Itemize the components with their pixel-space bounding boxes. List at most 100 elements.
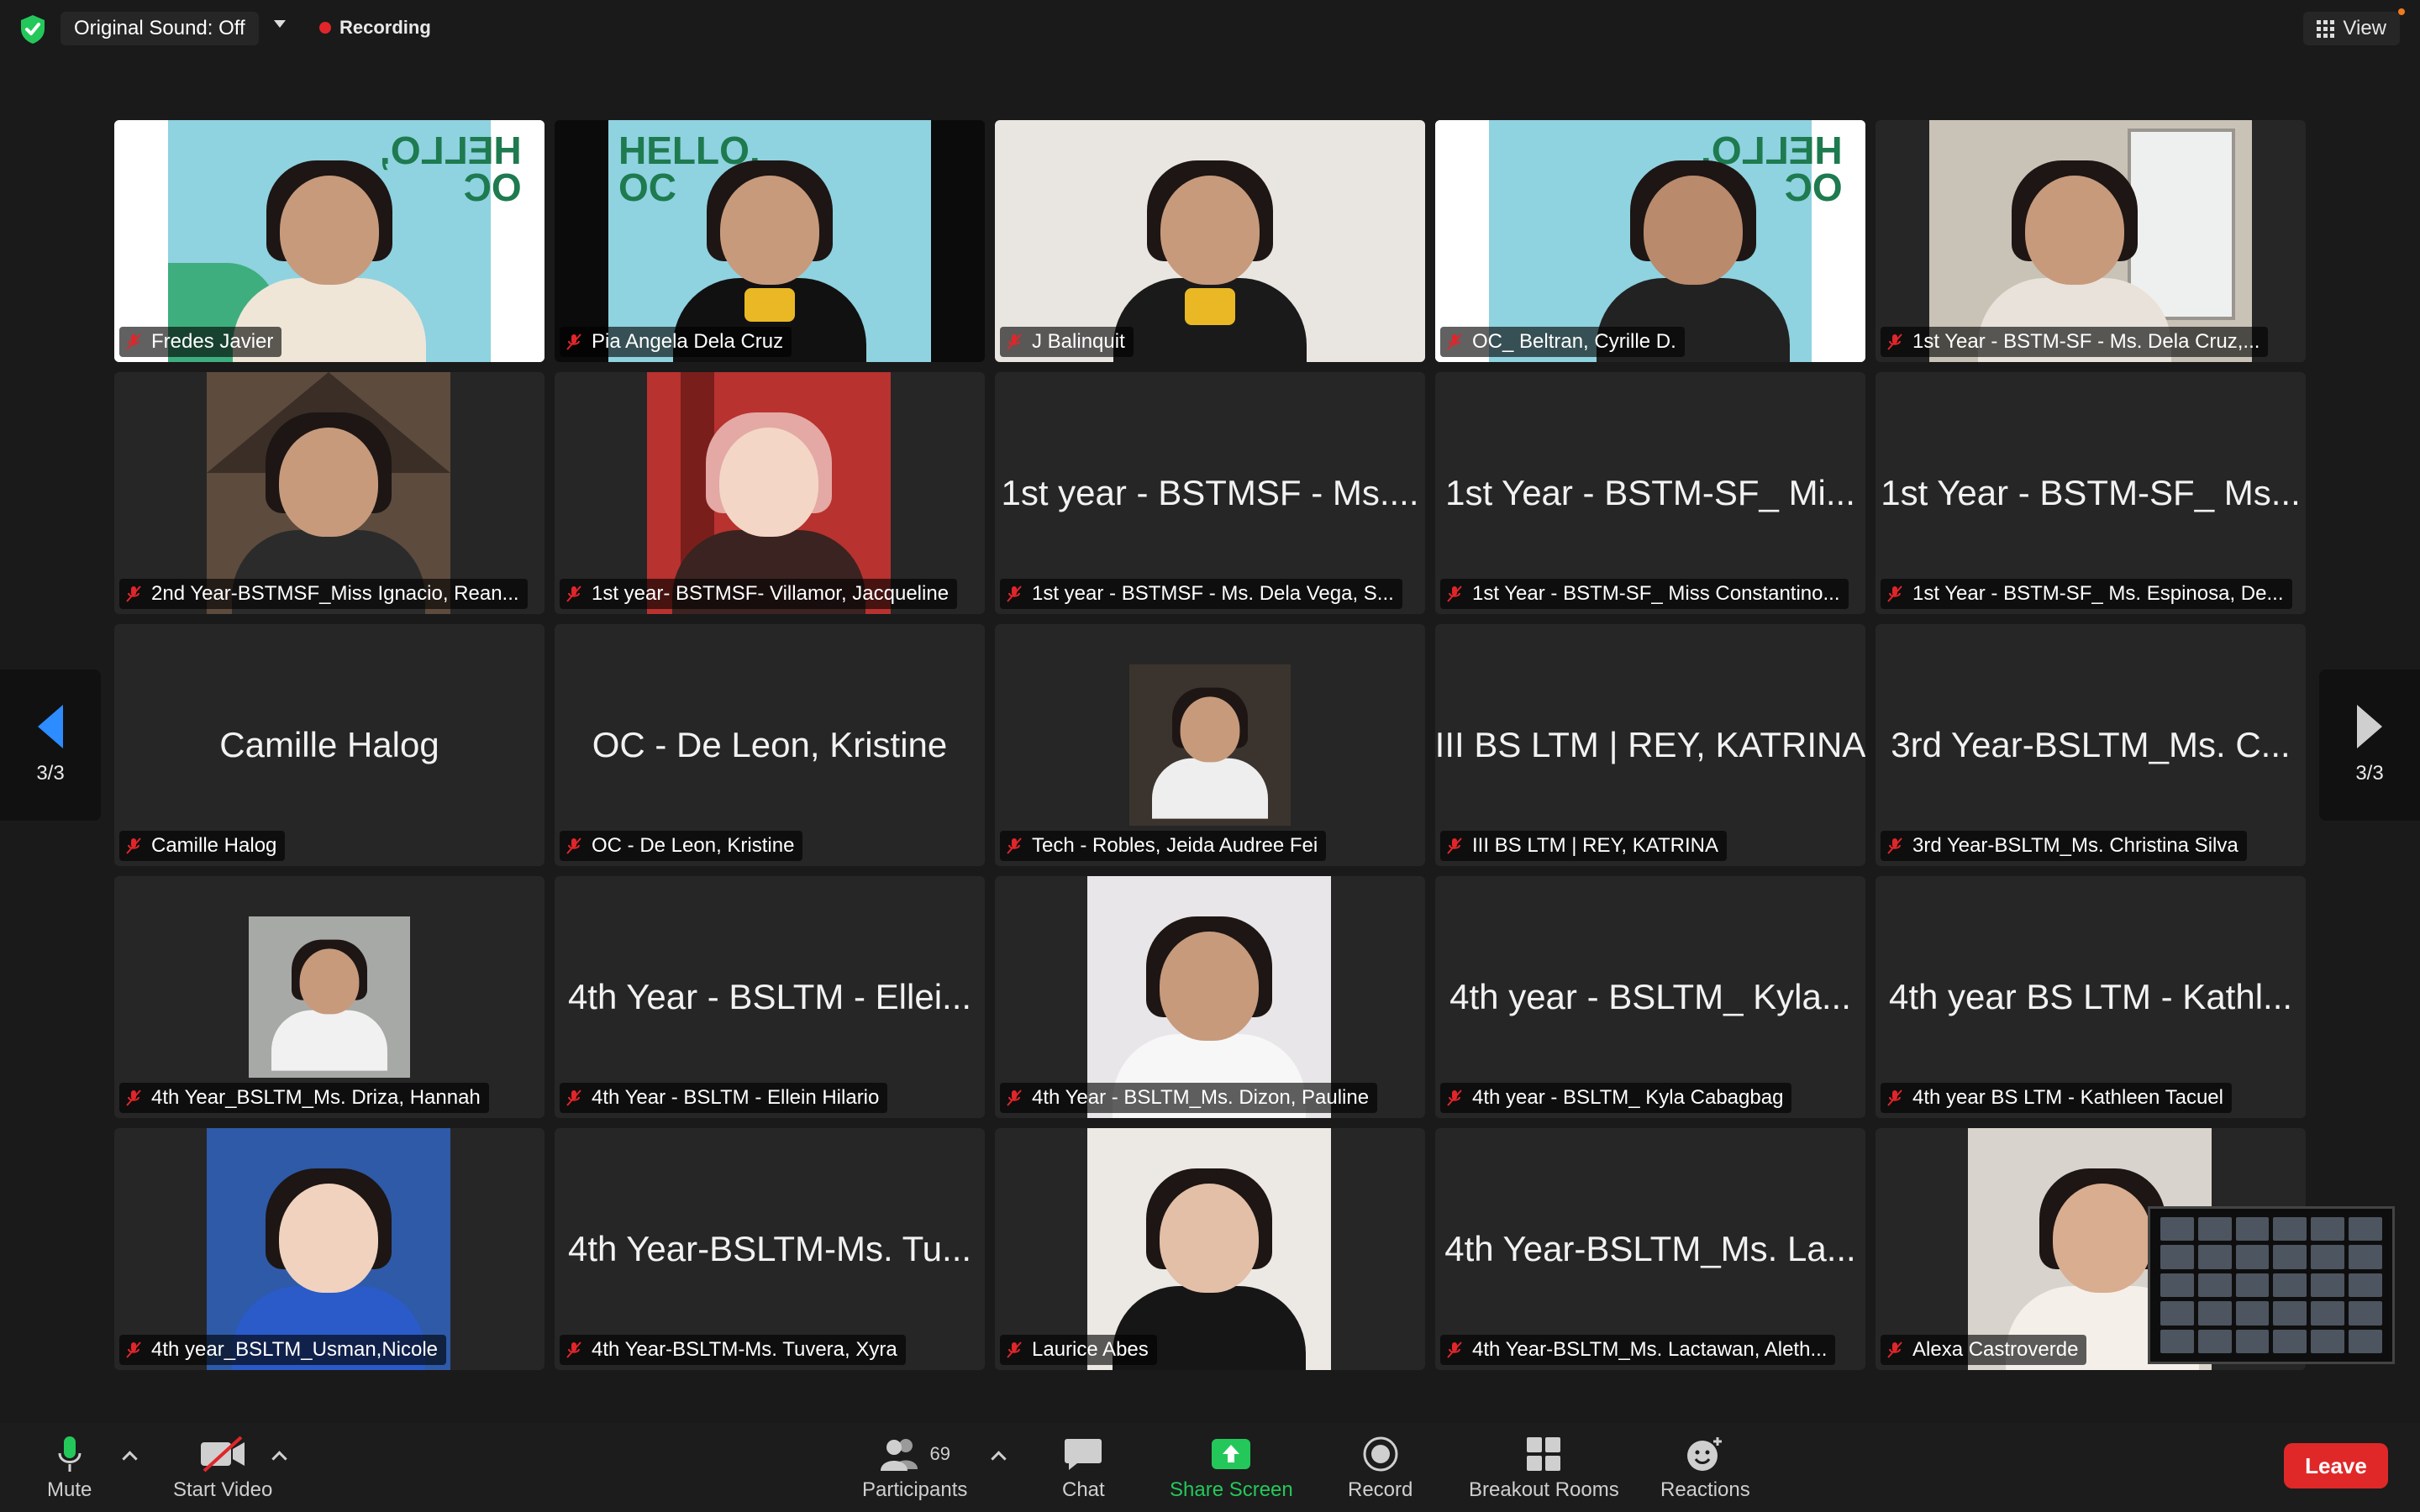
video-tile[interactable]: 1st Year - BSTM-SF_ Mi... 1st Year - BST… <box>1435 372 1865 614</box>
floating-gallery-thumbnail[interactable] <box>2148 1206 2395 1364</box>
participants-button[interactable]: 69 Participants <box>862 1430 967 1502</box>
video-tile[interactable]: 4th Year - BSLTM_Ms. Dizon, Pauline <box>995 876 1425 1118</box>
breakout-rooms-icon <box>1527 1437 1561 1471</box>
participant-name-label: 4th year BS LTM - Kathleen Tacuel <box>1881 1083 2232 1113</box>
chat-button[interactable]: Chat <box>1062 1430 1105 1502</box>
recording-dot-icon <box>319 22 331 34</box>
video-tile[interactable]: 4th year - BSLTM_ Kyla... 4th year - BSL… <box>1435 876 1865 1118</box>
reactions-smiley-icon <box>1687 1437 1723 1471</box>
participant-name-label: Fredes Javier <box>119 327 282 357</box>
microphone-icon <box>58 1436 82 1472</box>
participant-video <box>1929 120 2252 362</box>
video-tile[interactable]: 4th Year-BSLTM_Ms. La... 4th Year-BSLTM_… <box>1435 1128 1865 1370</box>
participant-video <box>995 120 1425 362</box>
previous-page-button[interactable]: 3/3 <box>0 669 101 821</box>
participant-video <box>1087 876 1331 1118</box>
video-tile[interactable]: 1st year- BSTMSF- Villamor, Jacqueline <box>555 372 985 614</box>
video-tile[interactable]: HELLO, OC Fredes Javier <box>114 120 544 362</box>
participant-profile-photo <box>249 916 410 1078</box>
video-tile[interactable]: 4th Year - BSLTM - Ellei... 4th Year - B… <box>555 876 985 1118</box>
video-tile[interactable]: HELLO, OC Pia Angela Dela Cruz <box>555 120 985 362</box>
video-tile[interactable]: 1st Year - BSTM-SF_ Ms... 1st Year - BST… <box>1876 372 2306 614</box>
record-button[interactable]: Record <box>1348 1430 1413 1502</box>
recording-label: Recording <box>339 17 431 38</box>
muted-mic-icon <box>566 585 581 602</box>
muted-mic-icon <box>1887 837 1902 854</box>
muted-mic-icon <box>126 333 141 350</box>
participant-name-label: 1st year- BSTMSF- Villamor, Jacqueline <box>560 579 958 609</box>
start-video-button[interactable]: Start Video <box>173 1430 272 1502</box>
video-tile[interactable]: III BS LTM | REY, KATRINA III BS LTM | R… <box>1435 624 1865 866</box>
participant-display-name: 4th Year-BSLTM-Ms. Tu... <box>567 1229 972 1268</box>
mute-button[interactable]: Mute <box>47 1430 92 1502</box>
video-tile[interactable]: Tech - Robles, Jeida Audree Fei <box>995 624 1425 866</box>
audio-options-caret[interactable] <box>122 1451 138 1467</box>
security-shield-icon[interactable] <box>18 13 47 45</box>
participant-name-label: Laurice Abes <box>1000 1335 1157 1365</box>
participant-name-label: 4th Year-BSLTM-Ms. Tuvera, Xyra <box>560 1335 906 1365</box>
participant-name-label: OC - De Leon, Kristine <box>560 831 803 861</box>
participant-name-label: 4th year - BSLTM_ Kyla Cabagbag <box>1440 1083 1792 1113</box>
video-tile[interactable]: HELLO, OC OC_ Beltran, Cyrille D. <box>1435 120 1865 362</box>
meeting-top-bar: Original Sound: Off Recording View <box>0 0 2420 59</box>
muted-mic-icon <box>126 585 141 602</box>
video-tile[interactable]: 3rd Year-BSLTM_Ms. C... 3rd Year-BSLTM_M… <box>1876 624 2306 866</box>
original-sound-toggle[interactable]: Original Sound: Off <box>60 12 259 45</box>
participant-name-label: Pia Angela Dela Cruz <box>560 327 792 357</box>
reactions-button[interactable]: Reactions <box>1660 1430 1750 1502</box>
breakout-rooms-button[interactable]: Breakout Rooms <box>1469 1430 1619 1502</box>
participant-display-name: 4th year BS LTM - Kathl... <box>1888 977 2293 1016</box>
participant-display-name: OC - De Leon, Kristine <box>592 725 948 764</box>
participant-name-label: 2nd Year-BSTMSF_Miss Ignacio, Rean... <box>119 579 528 609</box>
muted-mic-icon <box>1007 585 1022 602</box>
muted-mic-icon <box>126 1341 141 1358</box>
video-tile[interactable]: 2nd Year-BSTMSF_Miss Ignacio, Rean... <box>114 372 544 614</box>
recording-indicator[interactable]: Recording <box>319 17 431 39</box>
record-label: Record <box>1348 1478 1413 1501</box>
video-tile[interactable]: OC - De Leon, Kristine OC - De Leon, Kri… <box>555 624 985 866</box>
participant-name-label: 4th Year_BSLTM_Ms. Driza, Hannah <box>119 1083 489 1113</box>
meeting-controls-toolbar: Mute Start Video 69 Participants Chat Sh… <box>0 1423 2420 1512</box>
next-page-button[interactable]: 3/3 <box>2319 669 2420 821</box>
share-screen-button[interactable]: Share Screen <box>1170 1430 1293 1502</box>
participants-icon <box>881 1439 918 1471</box>
leave-button[interactable]: Leave <box>2284 1443 2388 1488</box>
video-tile[interactable]: Camille Halog Camille Halog <box>114 624 544 866</box>
participant-display-name: 1st year - BSTMSF - Ms.... <box>1001 473 1419 512</box>
participants-label: Participants <box>862 1478 968 1501</box>
muted-mic-icon <box>1007 1341 1022 1358</box>
caret-up-icon <box>991 1451 1007 1467</box>
participant-name-label: 1st Year - BSTM-SF_ Miss Constantino... <box>1440 579 1849 609</box>
chat-bubble-icon <box>1065 1439 1102 1470</box>
participant-name-label: 1st Year - BSTM-SF_ Ms. Espinosa, De... <box>1881 579 2292 609</box>
video-tile[interactable]: 4th year BS LTM - Kathl... 4th year BS L… <box>1876 876 2306 1118</box>
mute-label: Mute <box>47 1478 92 1501</box>
video-tile[interactable]: 4th year_BSLTM_Usman,Nicole <box>114 1128 544 1370</box>
video-tile[interactable]: Laurice Abes <box>995 1128 1425 1370</box>
video-tile[interactable]: 1st Year - BSTM-SF - Ms. Dela Cruz,... <box>1876 120 2306 362</box>
muted-mic-icon <box>566 1341 581 1358</box>
participant-name-label: 1st Year - BSTM-SF - Ms. Dela Cruz,... <box>1881 327 2269 357</box>
original-sound-dropdown-caret-icon[interactable] <box>274 20 286 28</box>
left-arrow-icon <box>38 705 63 748</box>
muted-mic-icon <box>1887 1089 1902 1106</box>
video-options-caret[interactable] <box>271 1451 287 1467</box>
share-screen-icon <box>1212 1439 1251 1469</box>
participant-video: HELLO, OC <box>555 120 985 362</box>
view-button[interactable]: View <box>2303 12 2400 45</box>
muted-mic-icon <box>566 837 581 854</box>
view-label: View <box>2343 17 2386 39</box>
video-tile[interactable]: 4th Year_BSLTM_Ms. Driza, Hannah <box>114 876 544 1118</box>
participant-display-name: 4th Year-BSLTM_Ms. La... <box>1444 1229 1856 1268</box>
muted-mic-icon <box>126 837 141 854</box>
caret-up-icon <box>122 1451 138 1467</box>
participants-options-caret[interactable] <box>991 1451 1007 1467</box>
muted-mic-icon <box>1887 1341 1902 1358</box>
video-tile[interactable]: 4th Year-BSLTM-Ms. Tu... 4th Year-BSLTM-… <box>555 1128 985 1370</box>
video-tile[interactable]: J Balinquit <box>995 120 1425 362</box>
muted-mic-icon <box>1447 333 1462 350</box>
video-tile[interactable]: 1st year - BSTMSF - Ms.... 1st year - BS… <box>995 372 1425 614</box>
participant-name-label: OC_ Beltran, Cyrille D. <box>1440 327 1685 357</box>
muted-mic-icon <box>566 333 581 350</box>
muted-mic-icon <box>1887 585 1902 602</box>
